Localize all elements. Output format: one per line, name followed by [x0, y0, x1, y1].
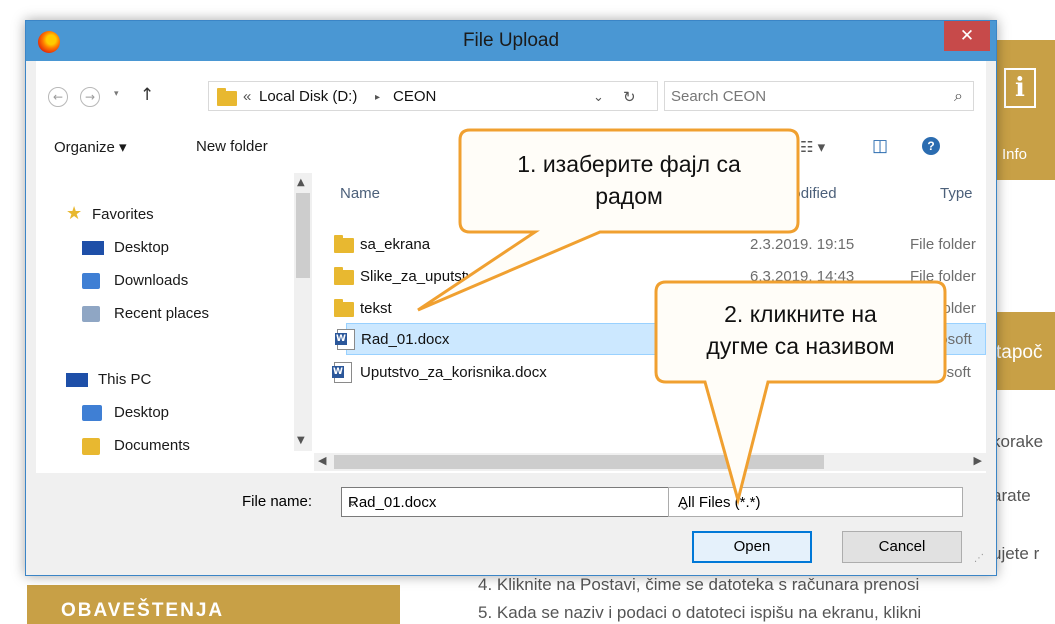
title-bar[interactable]: File Upload ✕ [26, 21, 996, 61]
change-view-icon[interactable]: ☷ ▾ [800, 138, 825, 156]
section-band-text: tapoč [996, 342, 1043, 363]
file-name: Rad_01.docx [361, 331, 450, 348]
folder-icon [334, 235, 354, 253]
preview-pane-icon[interactable]: ◫ [872, 136, 888, 156]
column-header-type[interactable]: Type [940, 185, 973, 202]
file-row[interactable]: sa_ekrana 2.3.2019. 19:15 File folder [320, 229, 986, 261]
info-label: Info [1002, 146, 1028, 163]
page-text-line: 4. Kliknite na Postavi, čime se datoteka… [478, 575, 920, 594]
documents-icon [82, 438, 100, 455]
column-header-name[interactable]: Name [340, 185, 380, 202]
file-type: Microsoft [910, 364, 971, 381]
scroll-up-icon[interactable]: ▲ [297, 177, 305, 188]
nav-this-pc-documents[interactable]: Documents [114, 437, 190, 454]
desktop-icon [82, 241, 104, 255]
scrollbar-thumb[interactable] [296, 193, 310, 278]
this-pc-icon [66, 373, 88, 387]
close-button[interactable]: ✕ [944, 21, 990, 51]
dialog-footer: File name: Rad_01.docx ⌄ All Files (*.*)… [36, 473, 986, 566]
breadcrumb-local-disk[interactable]: Local Disk (D:) [259, 88, 357, 105]
callout-text-click-open: 2. кликните на дугме са називом [658, 298, 943, 362]
notice-title: OBAVEŠTENJA [61, 600, 225, 621]
breadcrumb-ceon[interactable]: CEON [393, 88, 436, 105]
open-button[interactable]: Open [692, 531, 812, 563]
page-text-line: 5. Kada se naziv i podaci o datoteci isp… [478, 603, 922, 622]
word-document-icon [332, 362, 352, 383]
file-type: File folder [910, 236, 976, 253]
star-icon: ★ [66, 203, 83, 224]
info-panel[interactable]: i Info [996, 40, 1055, 180]
address-dropdown-icon[interactable]: ⌄ [593, 89, 604, 105]
notice-header: OBAVEŠTENJA [27, 585, 400, 624]
callout-text-line: радом [595, 183, 663, 209]
folder-icon [217, 88, 237, 106]
folder-icon [334, 267, 354, 285]
folder-icon [334, 299, 354, 317]
address-bar[interactable]: « Local Disk (D:) ▸ CEON ⌄ ↻ [208, 81, 658, 111]
recent-locations-chevron-icon[interactable]: ▾ [114, 89, 119, 99]
scroll-left-icon[interactable]: ◀ [318, 454, 326, 467]
filename-input[interactable]: Rad_01.docx ⌄ [341, 487, 685, 517]
forward-button[interactable]: → [80, 87, 100, 107]
up-button[interactable]: ↑ [140, 85, 154, 105]
nav-favorites-desktop[interactable]: Desktop [114, 239, 169, 256]
search-input[interactable] [671, 86, 931, 106]
section-band: tapoč [996, 312, 1055, 390]
filename-dropdown-icon[interactable]: ⌄ [348, 496, 676, 509]
scroll-down-icon[interactable]: ▼ [297, 435, 305, 446]
search-icon[interactable]: ⌕ [954, 86, 963, 106]
page-text-line: ujete r [992, 544, 1040, 563]
search-box[interactable]: ⌕ [664, 81, 974, 111]
page-text-line: korake [992, 432, 1044, 451]
navigation-bar: ← → ▾ ↑ « Local Disk (D:) ▸ CEON ⌄ ↻ ⌕ [36, 61, 986, 125]
file-name: sa_ekrana [360, 236, 431, 253]
dialog-title: File Upload [462, 30, 560, 51]
breadcrumb-overflow[interactable]: « [243, 88, 251, 105]
callout-text-line: дугме са називом [706, 333, 895, 359]
filename-label: File name: [242, 493, 313, 510]
downloads-icon [82, 273, 100, 289]
callout-text-line: 1. изаберите фајл са [517, 151, 741, 177]
word-document-icon [335, 329, 355, 350]
nav-favorites-recent-places[interactable]: Recent places [114, 305, 209, 322]
navigation-pane: ★ Favorites Desktop Downloads Recent pla… [36, 173, 314, 473]
nav-favorites[interactable]: Favorites [92, 206, 154, 223]
filter-dropdown-icon[interactable]: ⌄ [678, 496, 952, 514]
nav-this-pc[interactable]: This PC [98, 371, 151, 388]
help-icon[interactable]: ? [922, 137, 940, 155]
callout-text-line: 2. кликните на [724, 301, 877, 327]
file-date: 6.3.2019. 14:43 [750, 268, 855, 285]
scrollbar-thumb[interactable] [334, 455, 824, 469]
file-date: 2.3.2019. 19:15 [750, 236, 855, 253]
nav-favorites-downloads[interactable]: Downloads [114, 272, 188, 289]
info-icon: i [1004, 68, 1036, 108]
refresh-icon[interactable]: ↻ [623, 88, 636, 106]
recent-places-icon [82, 306, 100, 322]
file-type-filter[interactable]: All Files (*.*) ⌄ [668, 487, 963, 517]
callout-text-select-file: 1. изаберите фајл са радом [462, 148, 796, 212]
breadcrumb-separator-icon[interactable]: ▸ [375, 92, 380, 103]
file-name: tekst [360, 300, 392, 317]
desktop-folder-icon [82, 405, 102, 421]
organize-button[interactable]: Organize ▾ [54, 138, 127, 156]
file-list-scrollbar[interactable]: ◀ ▶ [314, 453, 986, 471]
file-type: File folder [910, 268, 976, 285]
file-name: Uputstvo_za_korisnika.docx [360, 364, 547, 381]
file-row[interactable]: Slike_za_uputstvo 6.3.2019. 14:43 File f… [320, 261, 986, 293]
navigation-pane-scrollbar[interactable]: ▲ ▼ [294, 173, 312, 451]
scroll-right-icon[interactable]: ▶ [974, 454, 982, 467]
nav-this-pc-desktop[interactable]: Desktop [114, 404, 169, 421]
file-name: Slike_za_uputstvo [360, 268, 482, 285]
page-text-line: arate [992, 486, 1031, 505]
cancel-button[interactable]: Cancel [842, 531, 962, 563]
back-button[interactable]: ← [48, 87, 68, 107]
new-folder-button[interactable]: New folder [196, 138, 268, 155]
resize-grip-icon[interactable]: ⋰ [974, 553, 984, 564]
